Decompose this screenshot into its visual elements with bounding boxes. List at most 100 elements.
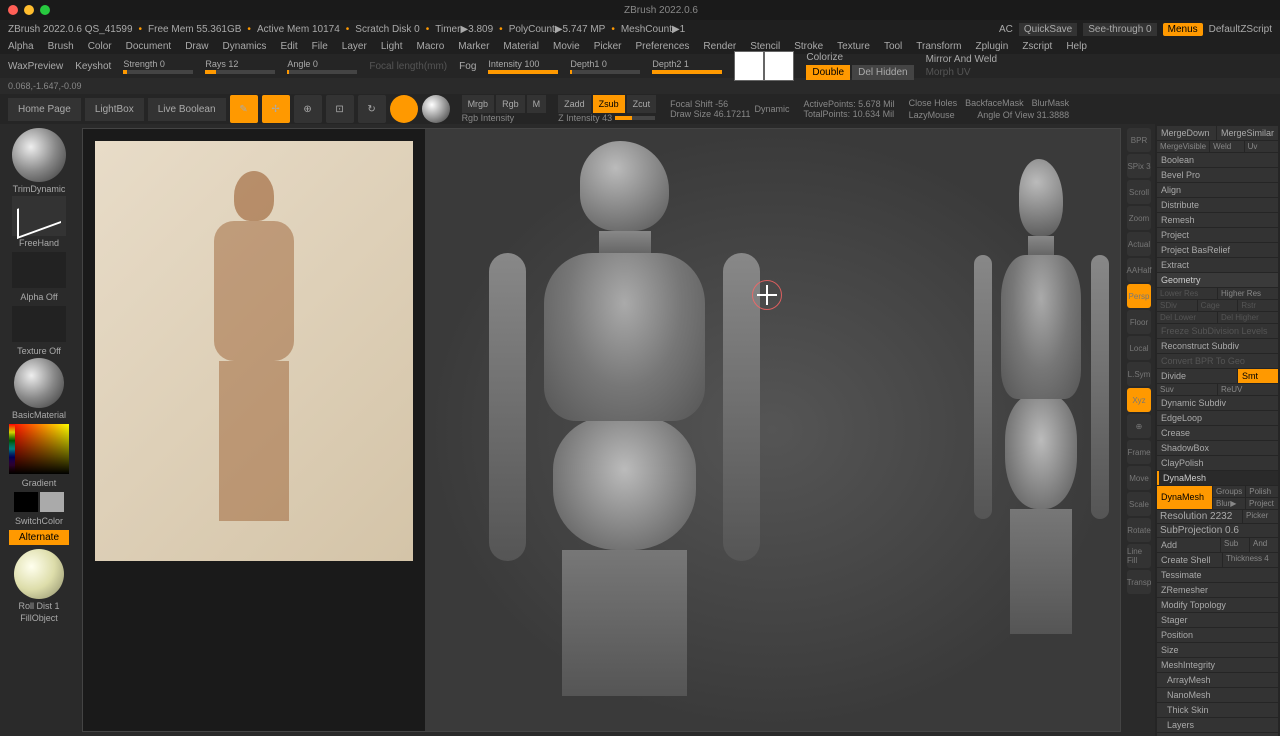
menu-macro[interactable]: Macro	[417, 41, 445, 52]
scale-tool-icon[interactable]: ⊡	[326, 95, 354, 123]
projectbasrelief-button[interactable]: Project BasRelief	[1157, 243, 1278, 257]
mergevisible-button[interactable]: MergeVisible	[1157, 141, 1209, 152]
homepage-button[interactable]: Home Page	[8, 98, 81, 121]
distribute-button[interactable]: Distribute	[1157, 198, 1278, 212]
polish-button[interactable]: Polish	[1246, 486, 1278, 497]
mrgb-button[interactable]: Mrgb	[462, 95, 495, 113]
lsym-button[interactable]: L.Sym	[1127, 362, 1151, 386]
geometry-header[interactable]: Geometry	[1157, 273, 1278, 287]
tool-preview[interactable]	[14, 549, 64, 599]
blurmask-button[interactable]: BlurMask	[1032, 98, 1070, 108]
zadd-button[interactable]: Zadd	[558, 95, 591, 113]
claypolish-button[interactable]: ClayPolish	[1157, 456, 1278, 470]
texture-preview[interactable]	[12, 306, 66, 342]
draw-tool-icon[interactable]: ✢	[262, 95, 290, 123]
bpr-button[interactable]: BPR	[1127, 128, 1151, 152]
dynamic-button[interactable]: Dynamic	[755, 104, 790, 114]
seethrough-slider[interactable]: See-through 0	[1083, 23, 1156, 36]
brush-preview[interactable]	[12, 128, 66, 182]
position-button[interactable]: Position	[1157, 628, 1278, 642]
xyz-button[interactable]: Xyz	[1127, 388, 1151, 412]
rstr-button[interactable]: Rstr	[1238, 300, 1278, 311]
menu-draw[interactable]: Draw	[185, 41, 208, 52]
project-dyna-button[interactable]: Project	[1246, 498, 1278, 509]
stroke-preview[interactable]	[12, 196, 66, 236]
picker-button[interactable]: Picker	[1243, 510, 1278, 523]
spix-button[interactable]: SPix 3	[1127, 154, 1151, 178]
weld-button[interactable]: Weld	[1210, 141, 1243, 152]
mergesimilar-button[interactable]: MergeSimilar	[1217, 126, 1278, 140]
delhidden-button[interactable]: Del Hidden	[852, 65, 913, 80]
reconstruct-button[interactable]: Reconstruct Subdiv	[1157, 339, 1278, 353]
aahalf-button[interactable]: AAHalf	[1127, 258, 1151, 282]
extract-button[interactable]: Extract	[1157, 258, 1278, 272]
dellower-button[interactable]: Del Lower	[1157, 312, 1217, 323]
layers-button[interactable]: Layers	[1157, 718, 1278, 732]
size-button[interactable]: Size	[1157, 643, 1278, 657]
tessimate-button[interactable]: Tessimate	[1157, 568, 1278, 582]
menu-texture[interactable]: Texture	[837, 41, 870, 52]
sphere-icon[interactable]	[422, 95, 450, 123]
m-button[interactable]: M	[527, 95, 547, 113]
material-preview[interactable]	[14, 358, 64, 408]
fillobject-button[interactable]: FillObject	[4, 613, 74, 623]
delhigher-button[interactable]: Del Higher	[1218, 312, 1278, 323]
zcut-button[interactable]: Zcut	[627, 95, 657, 113]
lightbox-button[interactable]: LightBox	[85, 98, 144, 121]
menu-document[interactable]: Document	[126, 41, 172, 52]
rolldist-label[interactable]: Roll Dist 1	[4, 601, 74, 611]
drawsize-label[interactable]: Draw Size 46.17211	[670, 109, 750, 119]
thickskin-button[interactable]: Thick Skin	[1157, 703, 1278, 717]
move-button[interactable]: Move	[1127, 466, 1151, 490]
menus-button[interactable]: Menus	[1163, 23, 1203, 36]
createshell-button[interactable]: Create Shell	[1157, 553, 1222, 567]
floor-button[interactable]: Floor	[1127, 310, 1151, 334]
transp-button[interactable]: Transp	[1127, 570, 1151, 594]
rotate-button[interactable]: Rotate	[1127, 518, 1151, 542]
menu-layer[interactable]: Layer	[342, 41, 367, 52]
remesh-button[interactable]: Remesh	[1157, 213, 1278, 227]
menu-transform[interactable]: Transform	[916, 41, 961, 52]
mergedown-button[interactable]: MergeDown	[1157, 126, 1216, 140]
blur-button[interactable]: Blur▶	[1213, 498, 1245, 509]
switchcolor-button[interactable]: SwitchColor	[4, 516, 74, 526]
menu-preferences[interactable]: Preferences	[635, 41, 689, 52]
smt-button[interactable]: Smt	[1238, 369, 1278, 383]
menu-material[interactable]: Material	[503, 41, 539, 52]
menu-edit[interactable]: Edit	[280, 41, 297, 52]
lowerres-button[interactable]: Lower Res	[1157, 288, 1217, 299]
secondary-color-swatch[interactable]	[40, 492, 64, 512]
dynamicsubdiv-button[interactable]: Dynamic Subdiv	[1157, 396, 1278, 410]
menu-zplugin[interactable]: Zplugin	[976, 41, 1009, 52]
alternate-button[interactable]: Alternate	[9, 530, 69, 545]
focalshift-label[interactable]: Focal Shift -56	[670, 99, 750, 109]
menu-dynamics[interactable]: Dynamics	[223, 41, 267, 52]
color-preview[interactable]	[734, 51, 794, 81]
menu-brush[interactable]: Brush	[48, 41, 74, 52]
menu-picker[interactable]: Picker	[594, 41, 622, 52]
zoom-button[interactable]: Zoom	[1127, 206, 1151, 230]
depth2-slider[interactable]: Depth2 1	[652, 59, 722, 74]
menu-zscript[interactable]: Zscript	[1022, 41, 1052, 52]
divide-button[interactable]: Divide	[1157, 369, 1237, 383]
defaultzscript-button[interactable]: DefaultZScript	[1209, 24, 1272, 35]
zsub-button[interactable]: Zsub	[593, 95, 625, 113]
higherres-button[interactable]: Higher Res	[1218, 288, 1278, 299]
local-button[interactable]: Local	[1127, 336, 1151, 360]
and-button[interactable]: And	[1250, 538, 1278, 552]
nanomesh-button[interactable]: NanoMesh	[1157, 688, 1278, 702]
scroll-button[interactable]: Scroll	[1127, 180, 1151, 204]
rays-slider[interactable]: Rays 12	[205, 59, 275, 74]
dynamesh-button[interactable]: DynaMesh	[1157, 486, 1212, 509]
angle-slider[interactable]: Angle 0	[287, 59, 357, 74]
crease-button[interactable]: Crease	[1157, 426, 1278, 440]
liveboolean-button[interactable]: Live Boolean	[148, 98, 226, 121]
align-button[interactable]: Align	[1157, 183, 1278, 197]
angleofview-label[interactable]: Angle Of View 31.3888	[977, 110, 1069, 120]
freeze-button[interactable]: Freeze SubDivision Levels	[1157, 324, 1278, 338]
colorize-button[interactable]: Colorize	[806, 52, 913, 63]
intensity-slider[interactable]: Intensity 100	[488, 59, 558, 74]
reuv-button[interactable]: ReUV	[1218, 384, 1278, 395]
menu-render[interactable]: Render	[703, 41, 736, 52]
project-button[interactable]: Project	[1157, 228, 1278, 242]
